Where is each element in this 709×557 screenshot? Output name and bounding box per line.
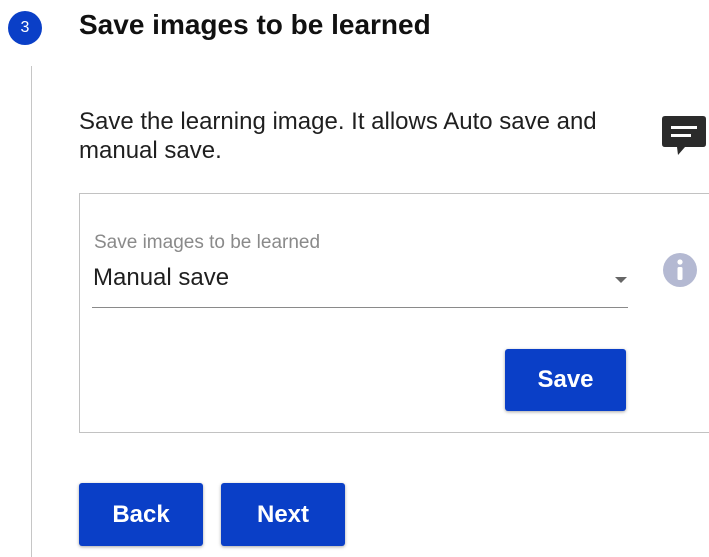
back-button[interactable]: Back xyxy=(79,483,203,546)
save-mode-value: Manual save xyxy=(93,264,230,291)
step-description: Save the learning image. It allows Auto … xyxy=(79,108,597,164)
caret-down-icon xyxy=(615,277,627,283)
speech-bubble-icon[interactable] xyxy=(661,114,707,162)
step-title: Save images to be learned xyxy=(79,9,431,40)
save-button[interactable]: Save xyxy=(505,349,626,411)
save-mode-label: Save images to be learned xyxy=(94,232,321,253)
next-button[interactable]: Next xyxy=(221,483,345,546)
save-mode-select[interactable]: Manual save xyxy=(92,260,628,308)
wizard-step: 3 Save images to be learned Save the lea… xyxy=(0,0,709,557)
info-icon[interactable] xyxy=(662,252,698,288)
step-number-badge: 3 xyxy=(8,11,42,45)
step-connector-line xyxy=(31,66,32,557)
save-settings-card: Save images to be learned Manual save Sa… xyxy=(79,193,709,433)
